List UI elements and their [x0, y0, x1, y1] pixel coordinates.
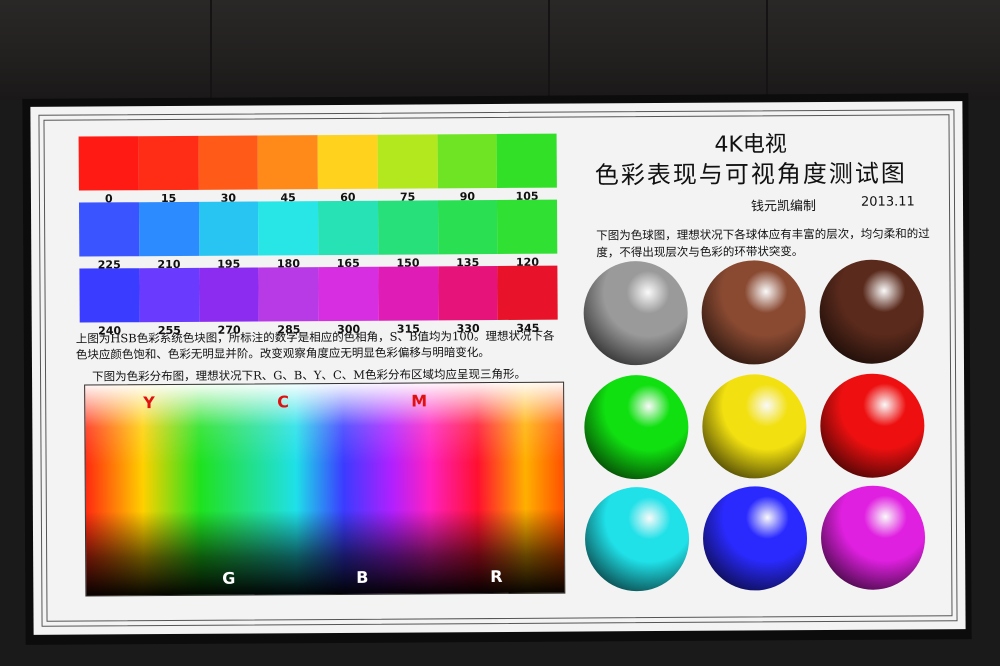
hue-swatch — [497, 134, 557, 188]
hue-swatch — [318, 201, 378, 255]
hue-swatch — [79, 268, 139, 322]
hue-swatch — [497, 200, 557, 254]
color-sphere-brown — [701, 260, 806, 365]
hue-swatch — [378, 266, 438, 320]
sphere-description: 下图为色球图，理想状况下各球体应有丰富的层次，均匀柔和的过度，不得出现层次与色彩… — [596, 225, 946, 261]
hue-strip-row3 — [79, 266, 557, 323]
hue-swatch — [79, 202, 139, 256]
gamut-label-m: M — [411, 391, 427, 410]
color-sphere-yellow — [702, 374, 807, 479]
hue-swatch — [138, 136, 198, 190]
color-sphere-blue — [703, 486, 808, 591]
hue-strip-row1 — [79, 134, 557, 191]
hue-strip-row2 — [79, 200, 557, 257]
tv-screen: 0153045607590105 22521019518016515013512… — [30, 101, 965, 635]
date: 2013.11 — [861, 194, 915, 209]
color-sphere-red — [820, 373, 925, 478]
color-sphere-green — [584, 375, 689, 480]
hue-swatch — [139, 268, 199, 322]
title-line2: 色彩表现与可视角度测试图 — [571, 153, 931, 190]
hue-swatch — [79, 136, 139, 190]
gamut-label-y: Y — [143, 393, 155, 412]
gamut-label-c: C — [277, 392, 289, 411]
gamut-label-g: G — [222, 569, 235, 588]
room-wall — [0, 0, 1000, 100]
hue-swatch — [498, 266, 558, 320]
hue-swatch — [198, 201, 258, 255]
hue-swatch — [318, 267, 378, 321]
color-sphere-dark-brown — [819, 259, 924, 364]
hue-swatch — [377, 134, 437, 188]
hue-swatch — [378, 200, 438, 254]
color-sphere-gray — [583, 261, 688, 366]
hue-swatch — [199, 267, 259, 321]
gamut-label-r: R — [490, 567, 502, 586]
hue-swatch — [438, 266, 498, 320]
hue-swatch — [437, 134, 497, 188]
hue-swatch — [437, 200, 497, 254]
author: 钱元凯编制 — [751, 195, 816, 214]
color-gamut-chart: Y C M G B R — [84, 382, 565, 597]
color-sphere-magenta — [821, 485, 926, 590]
wall-seam — [210, 0, 212, 100]
hsb-description: 上图为HSB色彩系统色块图，所标注的数字是相应的色相角，S、B值均为100。理想… — [76, 328, 566, 363]
color-sphere-cyan — [585, 487, 690, 592]
wall-seam — [548, 0, 550, 100]
hue-swatch — [259, 267, 319, 321]
wall-seam — [766, 0, 768, 100]
gamut-label-b: B — [356, 568, 368, 587]
hue-swatch — [258, 201, 318, 255]
hue-swatch — [198, 135, 258, 189]
hue-swatch — [139, 202, 199, 256]
hue-swatch — [318, 135, 378, 189]
hue-swatch — [258, 135, 318, 189]
